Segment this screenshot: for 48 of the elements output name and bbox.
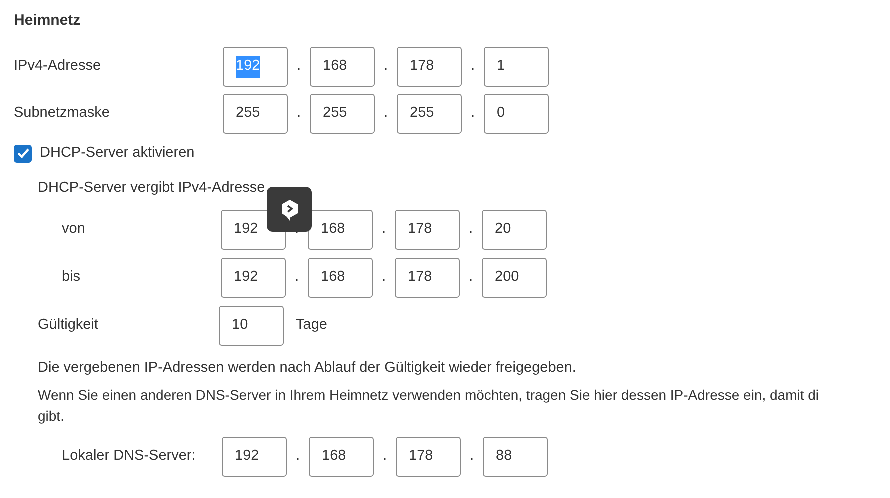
input-field[interactable]: 192 xyxy=(221,258,286,298)
input-field[interactable]: 192 xyxy=(222,437,287,478)
field-label: Lokaler DNS-Server: xyxy=(62,447,197,466)
input-field[interactable]: 1 xyxy=(484,47,549,87)
separator-dot: . xyxy=(382,57,390,76)
separator-dot: . xyxy=(470,104,476,124)
separator-dot: . xyxy=(296,104,302,124)
separator-dot: . xyxy=(468,447,476,466)
separator-dot: . xyxy=(294,268,300,287)
unit-label: Tage xyxy=(296,316,328,335)
checkbox-label: DHCP-Server aktivieren xyxy=(40,144,195,163)
field-label: von xyxy=(62,220,86,239)
checkbox[interactable] xyxy=(14,144,32,163)
separator-dot: . xyxy=(382,104,390,124)
field-label: Subnetzmaske xyxy=(14,104,111,124)
field-label: Gültigkeit xyxy=(38,316,100,335)
section-caption: DHCP-Server vergibt IPv4-Adresse xyxy=(38,178,266,198)
info-text: gibt. xyxy=(38,407,66,426)
translate-tooltip[interactable] xyxy=(267,187,312,232)
input-field[interactable]: 255 xyxy=(223,94,288,134)
info-text: Die vergebenen IP-Adressen werden nach Ablauf der Gültigkeit wieder freigegeben. xyxy=(38,358,578,378)
separator-dot: . xyxy=(382,447,388,466)
input-field[interactable]: 168 xyxy=(308,258,373,298)
separator-dot: . xyxy=(468,268,474,287)
input-field[interactable]: 10 xyxy=(219,306,284,346)
input-field[interactable]: 255 xyxy=(310,94,375,134)
input-field[interactable]: 200 xyxy=(482,258,547,298)
separator-dot: . xyxy=(380,268,388,287)
input-field[interactable]: 255 xyxy=(397,94,462,134)
input-field[interactable]: 168 xyxy=(309,437,374,478)
input-field[interactable]: 178 xyxy=(396,437,461,478)
input-field[interactable]: 0 xyxy=(484,94,549,134)
input-field[interactable]: 168 xyxy=(310,47,375,87)
input-field[interactable]: 88 xyxy=(483,437,548,478)
input-field[interactable]: 20 xyxy=(482,210,547,250)
info-text: Wenn Sie einen anderen DNS-Server in Ihrem Heimnetz verwenden möchten, tragen Sie hier dessen IP-Adresse ein, damit di xyxy=(38,386,820,406)
separator-dot: . xyxy=(380,220,388,239)
field-label: IPv4-Adresse xyxy=(14,57,102,76)
section-heading: Heimnetz xyxy=(14,11,82,31)
input-field[interactable]: 168 xyxy=(308,210,373,250)
separator-dot: . xyxy=(470,57,476,76)
separator-dot: . xyxy=(296,57,302,76)
field-label: bis xyxy=(62,268,82,287)
input-field[interactable]: 178 xyxy=(397,47,462,87)
separator-dot: . xyxy=(468,220,474,239)
input-field[interactable]: 178 xyxy=(395,258,460,298)
input-field[interactable]: 178 xyxy=(395,210,460,250)
separator-dot: . xyxy=(294,447,302,466)
